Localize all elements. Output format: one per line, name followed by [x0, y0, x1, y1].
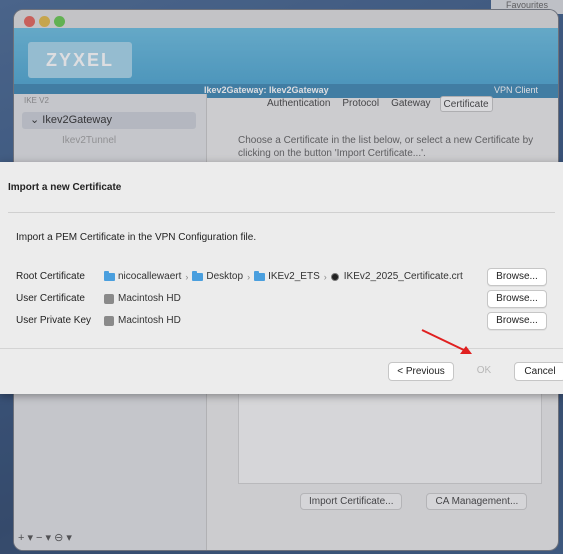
- root-browse-button[interactable]: Browse...: [487, 268, 547, 286]
- path-segment: IKEv2_ETS: [268, 271, 320, 282]
- hard-disk-icon: [104, 315, 114, 326]
- path-segment: nicocallewaert: [118, 271, 182, 282]
- root-certificate-row: Root Certificate nicocallewaert › Deskto…: [16, 268, 555, 286]
- path-segment: Desktop: [206, 271, 244, 282]
- user-browse-button[interactable]: Browse...: [487, 290, 547, 308]
- user-certificate-row: User Certificate Macintosh HD Browse...: [16, 290, 555, 308]
- folder-icon: [254, 270, 266, 281]
- folder-icon: [192, 270, 204, 281]
- certificate-file-icon: [330, 272, 339, 281]
- user-certificate-label: User Certificate: [16, 293, 85, 304]
- hard-disk-icon: [104, 293, 114, 304]
- root-certificate-path: nicocallewaert › Desktop › IKEv2_ETS › I…: [104, 270, 463, 282]
- previous-button[interactable]: < Previous: [388, 362, 454, 381]
- dialog-instruction: Import a PEM Certificate in the VPN Conf…: [16, 232, 257, 243]
- cancel-button[interactable]: Cancel: [514, 362, 563, 381]
- divider: [8, 212, 555, 213]
- path-segment: Macintosh HD: [118, 293, 181, 304]
- path-segment: Macintosh HD: [118, 315, 181, 326]
- chevron-right-icon: ›: [247, 271, 251, 282]
- ok-button[interactable]: OK: [466, 362, 502, 379]
- import-certificate-dialog: Import a new Certificate Import a PEM Ce…: [0, 162, 563, 394]
- path-segment: IKEv2_2025_Certificate.crt: [343, 271, 463, 282]
- private-key-path: Macintosh HD: [104, 315, 181, 326]
- chevron-right-icon: ›: [323, 271, 327, 282]
- dialog-title: Import a new Certificate: [8, 182, 122, 193]
- divider: [0, 348, 563, 349]
- folder-icon: [104, 270, 115, 281]
- user-private-key-label: User Private Key: [16, 315, 92, 326]
- private-key-browse-button[interactable]: Browse...: [487, 312, 547, 330]
- annotation-arrow-icon: [421, 329, 472, 354]
- chevron-right-icon: ›: [185, 271, 189, 282]
- root-certificate-label: Root Certificate: [16, 271, 85, 282]
- user-certificate-path: Macintosh HD: [104, 293, 181, 304]
